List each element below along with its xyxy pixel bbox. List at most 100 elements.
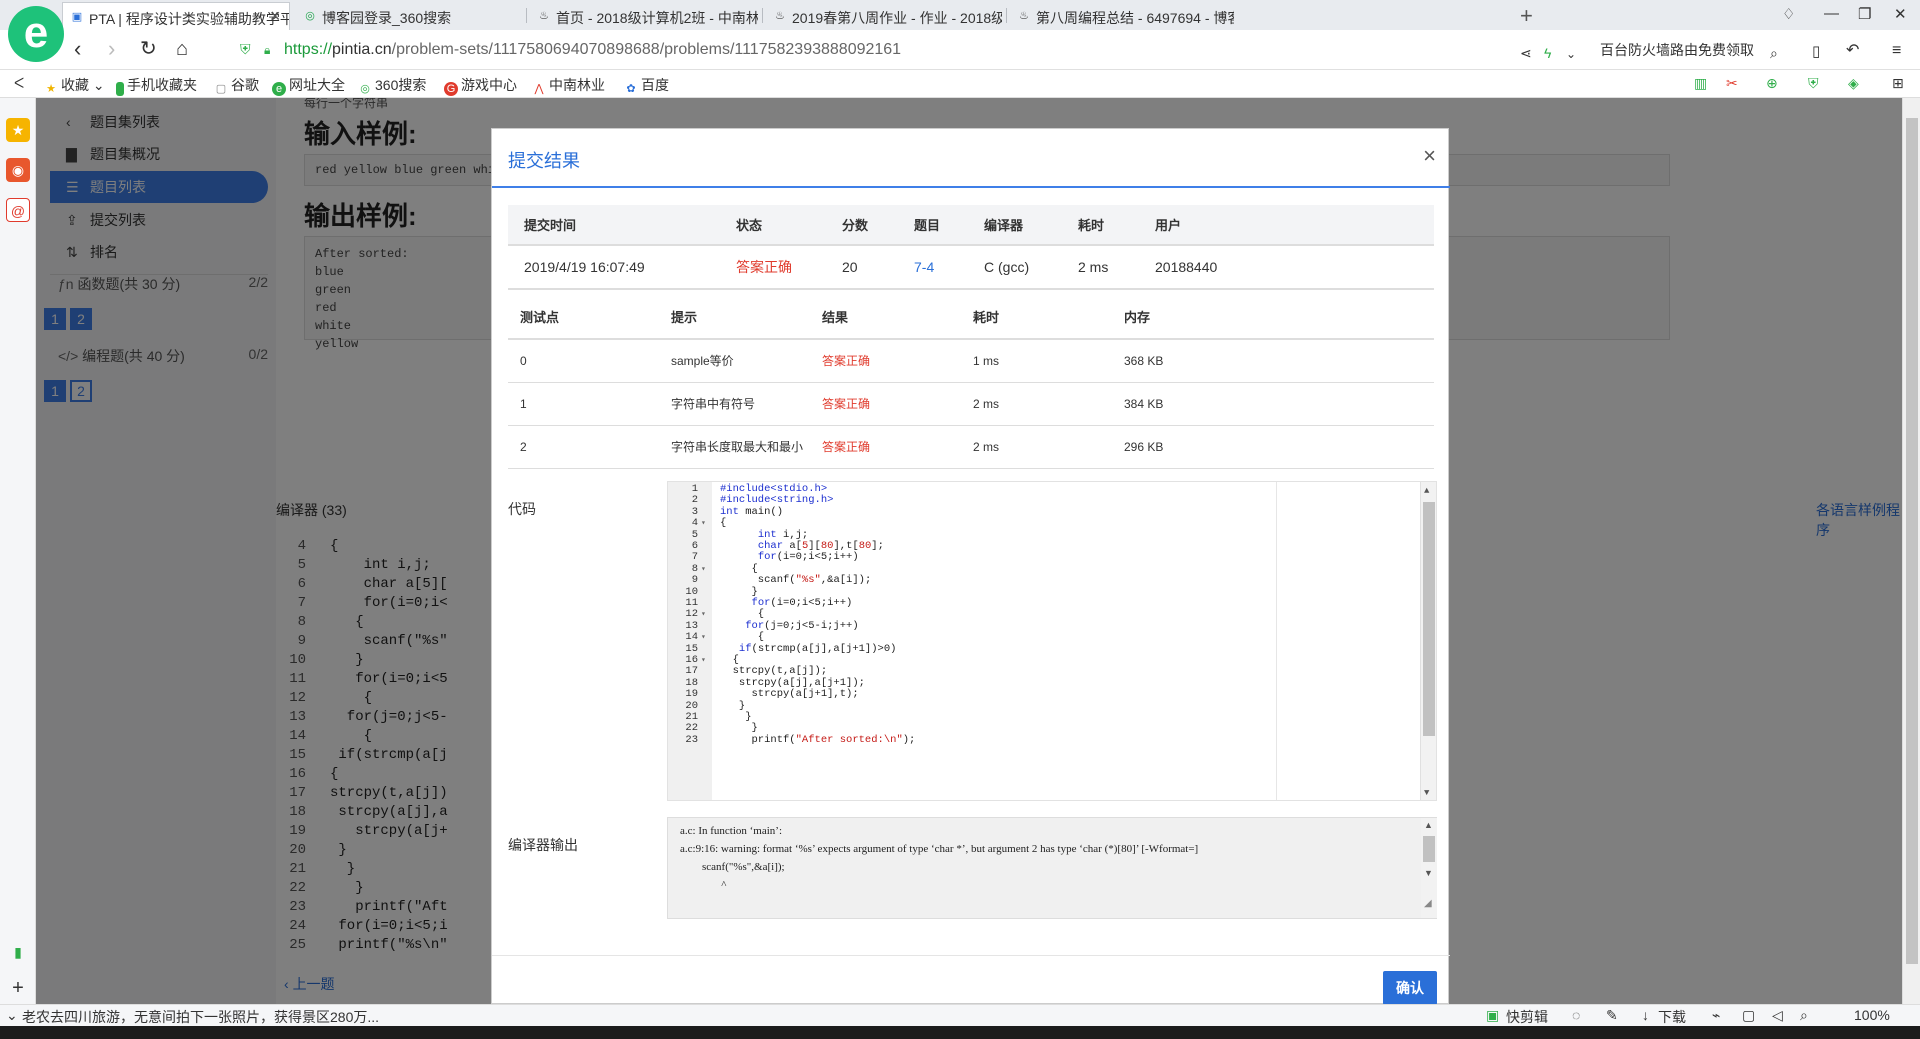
battery-icon[interactable]: ▮ bbox=[6, 940, 30, 964]
scroll-up-icon[interactable]: ▲ bbox=[1424, 820, 1433, 830]
table-row: 0 sample等价 答案正确 1 ms 368 KB bbox=[508, 339, 1434, 383]
column-header: 测试点 bbox=[508, 295, 659, 340]
volume-icon[interactable]: ◁ bbox=[1772, 1007, 1783, 1024]
video-editor-link[interactable]: 快剪辑 bbox=[1506, 1007, 1548, 1027]
close-window-icon[interactable]: ✕ bbox=[1894, 5, 1907, 23]
tab-summary[interactable]: ♨ 第八周编程总结 - 6497694 - 博客园 bbox=[1010, 2, 1234, 30]
test-case-table: 测试点 提示 结果 耗时 内存 0 sample等价 答案正确 1 ms 368… bbox=[508, 295, 1434, 469]
pta-favicon-icon: ▣ bbox=[71, 11, 83, 23]
chevron-down-icon[interactable]: ⌄ bbox=[1566, 43, 1576, 65]
fold-arrow-icon[interactable]: ▾ bbox=[701, 609, 706, 620]
paw-icon: ✿ bbox=[626, 83, 636, 95]
undo-icon[interactable]: ↶ bbox=[1846, 40, 1859, 62]
tab-class-home[interactable]: ♨ 首页 - 2018级计算机2班 - 中南林业 bbox=[530, 2, 758, 30]
bookmark-mobile[interactable]: 手机收藏夹 bbox=[116, 75, 197, 96]
favorite-star-icon[interactable]: ★ bbox=[6, 118, 30, 142]
share-icon[interactable]: ⋖ bbox=[1520, 42, 1532, 64]
status-badge: 答案正确 bbox=[720, 245, 826, 290]
tab-separator bbox=[762, 8, 763, 23]
fold-arrow-icon[interactable]: ▾ bbox=[701, 632, 706, 643]
sidebar-toggle-icon[interactable]: ᐸ bbox=[14, 75, 24, 92]
code-text: int main() bbox=[720, 505, 784, 518]
compiler-output-label: 编译器输出 bbox=[508, 837, 578, 853]
bookmark-baidu[interactable]: ✿ 百度 bbox=[624, 75, 669, 96]
mail-icon[interactable]: @ bbox=[6, 198, 30, 222]
shield-icon[interactable]: ⛨ bbox=[1808, 75, 1819, 92]
grid-icon[interactable]: ⊞ bbox=[1892, 75, 1904, 92]
back-icon[interactable]: ‹ bbox=[74, 38, 81, 60]
page-scrollbar[interactable] bbox=[1902, 98, 1920, 1004]
tab-pta[interactable]: ▣ PTA | 程序设计类实验辅助教学平台 ✕ bbox=[62, 2, 290, 30]
scroll-thumb[interactable] bbox=[1906, 118, 1918, 964]
bookmark-360search[interactable]: ◎ 360搜索 bbox=[358, 75, 426, 96]
ring-icon: ◎ bbox=[360, 83, 370, 95]
window-icon[interactable]: ▢ bbox=[1742, 1007, 1755, 1024]
bookmark-csuft[interactable]: ⋀ 中南林业 bbox=[532, 75, 605, 96]
accelerate-icon[interactable]: ◌ bbox=[1572, 1007, 1580, 1023]
news-ticker[interactable]: 老农去四川旅游，无意间拍下一张照片，获得景区280万... bbox=[22, 1007, 379, 1027]
fold-arrow-icon[interactable]: ▾ bbox=[701, 564, 706, 575]
bookmark-site-nav[interactable]: e 网址大全 bbox=[272, 75, 345, 96]
close-icon[interactable]: × bbox=[1423, 143, 1436, 169]
360-browser-logo[interactable]: e bbox=[8, 6, 64, 62]
home-icon[interactable]: ⌂ bbox=[176, 38, 188, 60]
code-text: scanf("%s",&a[i]); bbox=[720, 574, 872, 587]
tab-separator bbox=[1006, 8, 1007, 23]
close-icon[interactable]: ✕ bbox=[269, 8, 281, 25]
scroll-down-icon[interactable]: ▼ bbox=[1424, 868, 1433, 878]
phone-icon[interactable]: ▯ bbox=[1812, 41, 1820, 63]
resize-handle-icon[interactable]: ◢ bbox=[1424, 898, 1432, 909]
zoom-icon[interactable]: ⌕ bbox=[1800, 1007, 1808, 1024]
gamepad-icon[interactable]: ◈ bbox=[1848, 75, 1859, 92]
bookmark-games[interactable]: G 游戏中心 bbox=[444, 75, 517, 96]
bookmarks-bar: ᐸ ★ 收藏 ⌄ 手机收藏夹 ▢ 谷歌 e 网址大全 ◎ 360搜索 G 游戏中心 ⋀ 中南… bbox=[0, 70, 1920, 98]
column-header: 结果 bbox=[810, 295, 961, 340]
submitted-code-viewer[interactable]: 1 #include<stdio.h> 2 #include<string.h> 3 in… bbox=[667, 481, 1437, 801]
bookmark-google[interactable]: ▢ 谷歌 bbox=[214, 75, 259, 96]
code-scrollbar[interactable]: ▲ ▼ bbox=[1420, 482, 1436, 800]
refresh-icon[interactable]: ↻ bbox=[140, 38, 157, 60]
shirt-icon[interactable]: ♢ bbox=[1782, 5, 1795, 23]
code-label: 代码 bbox=[508, 501, 536, 517]
search-hint[interactable]: 百台防火墙路由免费领取 bbox=[1600, 40, 1754, 60]
scroll-up-icon[interactable]: ▲ bbox=[1424, 486, 1429, 496]
compiler-output-scrollbar[interactable]: ▲ ▼ ◢ bbox=[1421, 818, 1437, 918]
restore-icon[interactable]: ❐ bbox=[1858, 5, 1871, 23]
problem-link[interactable]: 7-4 bbox=[898, 245, 968, 290]
case-hint: 字符串长度取最大和最小 bbox=[659, 425, 810, 469]
code-text: printf("After sorted:\n"); bbox=[720, 733, 916, 746]
forward-icon[interactable]: › bbox=[108, 38, 115, 60]
column-header: 耗时 bbox=[1062, 205, 1139, 246]
bookmark-favorites[interactable]: ★ 收藏 ⌄ bbox=[44, 75, 105, 96]
new-tab-button[interactable]: + bbox=[1520, 3, 1533, 29]
scroll-down-icon[interactable]: ▼ bbox=[1424, 788, 1429, 798]
scroll-thumb[interactable] bbox=[1423, 836, 1435, 862]
browser-tab-bar: ▣ PTA | 程序设计类实验辅助教学平台 ✕ ◎ 博客园登录_360搜索 ♨ … bbox=[0, 0, 1920, 30]
globe-icon: e bbox=[272, 82, 286, 96]
fold-arrow-icon[interactable]: ▾ bbox=[701, 518, 706, 529]
fold-arrow-icon[interactable]: ▾ bbox=[701, 655, 706, 666]
add-icon[interactable]: + bbox=[6, 976, 30, 1000]
menu-icon[interactable]: ≡ bbox=[1892, 40, 1901, 62]
tab-homework[interactable]: ♨ 2019春第八周作业 - 作业 - 2018级 bbox=[766, 2, 1002, 30]
minimize-icon[interactable]: — bbox=[1824, 5, 1839, 22]
scroll-thumb[interactable] bbox=[1423, 502, 1435, 736]
pin-icon[interactable]: ✎ bbox=[1606, 1007, 1618, 1024]
search-icon[interactable]: ⌕ bbox=[1770, 42, 1778, 64]
tab-separator bbox=[526, 8, 527, 23]
zoom-level[interactable]: 100% bbox=[1854, 1007, 1890, 1023]
tab-360-search[interactable]: ◎ 博客园登录_360搜索 bbox=[296, 2, 522, 30]
bolt-icon[interactable]: ϟ bbox=[1544, 42, 1551, 64]
tools-icon[interactable]: ✂ bbox=[1726, 75, 1738, 92]
confirm-button[interactable]: 确认 bbox=[1383, 971, 1437, 1005]
translate-icon[interactable]: ⊕ bbox=[1766, 75, 1778, 92]
case-time: 1 ms bbox=[961, 339, 1112, 383]
compiler-output[interactable]: a.c: In function ‘main’: a.c:9:16: warni… bbox=[667, 817, 1437, 919]
weibo-icon[interactable]: ◉ bbox=[6, 158, 30, 182]
chevron-down-icon[interactable]: ⌄ bbox=[6, 1007, 18, 1024]
url-field[interactable]: ⛨ 🔒︎ https://pintia.cn/problem-sets/1117… bbox=[232, 36, 1502, 64]
clean-icon[interactable]: ⌁ bbox=[1712, 1007, 1720, 1024]
table-row: 1 字符串中有符号 答案正确 2 ms 384 KB bbox=[508, 382, 1434, 426]
download-link[interactable]: 下载 bbox=[1658, 1007, 1686, 1027]
reader-icon[interactable]: ▥ bbox=[1694, 75, 1707, 92]
